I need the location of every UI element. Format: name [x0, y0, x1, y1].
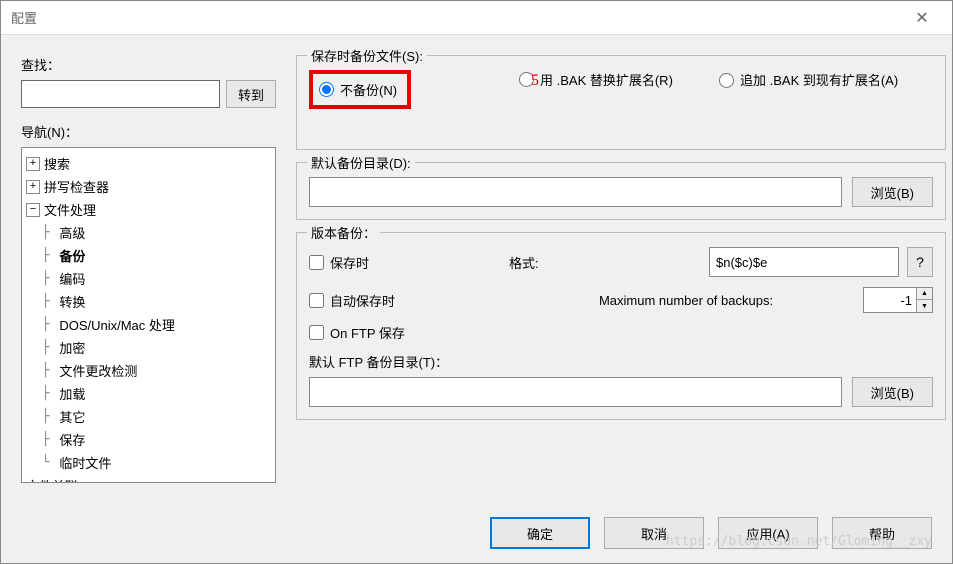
browse-ftp-button[interactable]: 浏览(B) — [852, 377, 933, 407]
group-label: 保存时备份文件(S): — [307, 46, 427, 65]
default-backup-dir-group: 默认备份目录(D): 浏览(B) — [296, 162, 946, 220]
spinner-down-icon[interactable]: ▼ — [917, 300, 932, 312]
tree-item-file-assoc[interactable]: 文件关联 — [24, 474, 273, 483]
ok-button[interactable]: 确定 — [490, 517, 590, 549]
tree-item-convert[interactable]: ├ 转换 — [24, 290, 273, 313]
help-button[interactable]: 帮助 — [832, 517, 932, 549]
tree-item-advanced[interactable]: ├ 高级 — [24, 221, 273, 244]
tree-item-spell[interactable]: + 拼写检查器 — [24, 175, 273, 198]
group-label: 版本备份： — [307, 223, 380, 242]
nav-tree[interactable]: + 搜索 + 拼写检查器 − 文件处理 ├ 高级 ├ 备份 — [21, 147, 276, 483]
radio-append-bak-input[interactable] — [719, 73, 734, 88]
radio-no-backup[interactable]: 不备份(N) — [319, 80, 397, 99]
tree-item-save[interactable]: ├ 保存 — [24, 428, 273, 451]
tree-item-encoding[interactable]: ├ 编码 — [24, 267, 273, 290]
annotation-number: 5 — [531, 72, 539, 90]
titlebar: 配置 ✕ — [1, 1, 952, 35]
goto-button[interactable]: 转到 — [226, 80, 276, 108]
max-backups-label: Maximum number of backups: — [509, 293, 863, 308]
ftp-dir-label: 默认 FTP 备份目录(T)： — [309, 352, 933, 371]
tree-line-icon: ├ — [26, 271, 57, 286]
format-input[interactable] — [709, 247, 899, 277]
tree-item-other[interactable]: ├ 其它 — [24, 405, 273, 428]
tree-item-encrypt[interactable]: ├ 加密 — [24, 336, 273, 359]
version-backup-group: 版本备份： 保存时 格式: ? — [296, 232, 946, 420]
tree-line-icon: ├ — [26, 317, 57, 332]
format-label: 格式: — [509, 253, 709, 272]
tree-line-icon: ├ — [26, 248, 57, 263]
tree-line-icon: ├ — [26, 432, 57, 447]
browse-button[interactable]: 浏览(B) — [852, 177, 933, 207]
max-backups-input[interactable] — [864, 288, 916, 312]
tree-line-icon: └ — [26, 455, 57, 470]
radio-no-backup-input[interactable] — [319, 82, 334, 97]
checkbox-on-autosave[interactable]: 自动保存时 — [309, 291, 509, 310]
default-backup-dir-input[interactable] — [309, 177, 842, 207]
radio-append-bak[interactable]: 追加 .BAK 到现有扩展名(A) — [719, 70, 933, 89]
checkbox-on-ftp-input[interactable] — [309, 325, 324, 340]
expand-icon[interactable]: + — [26, 180, 40, 194]
checkbox-on-autosave-input[interactable] — [309, 293, 324, 308]
backup-on-save-group: 保存时备份文件(S): 不备份(N) 5 用 .BAK 替换扩展 — [296, 55, 946, 150]
dialog-footer: 确定 取消 应用(A) 帮助 — [1, 503, 952, 563]
tree-line-icon: ├ — [26, 225, 57, 240]
tree-item-search[interactable]: + 搜索 — [24, 152, 273, 175]
window-title: 配置 — [11, 8, 902, 27]
find-label: 查找： — [21, 55, 276, 74]
tree-item-temp[interactable]: └ 临时文件 — [24, 451, 273, 474]
ftp-backup-dir-input[interactable] — [309, 377, 842, 407]
cancel-button[interactable]: 取消 — [604, 517, 704, 549]
checkbox-on-ftp[interactable]: On FTP 保存 — [309, 323, 933, 342]
expand-icon[interactable]: + — [26, 157, 40, 171]
group-label: 默认备份目录(D): — [307, 153, 415, 172]
nav-label: 导航(N)： — [21, 122, 276, 141]
highlight-box: 不备份(N) — [309, 70, 411, 109]
tree-item-loading[interactable]: ├ 加载 — [24, 382, 273, 405]
tree-item-change-detect[interactable]: ├ 文件更改检测 — [24, 359, 273, 382]
tree-item-backup[interactable]: ├ 备份 — [24, 244, 273, 267]
tree-item-file-handling[interactable]: − 文件处理 — [24, 198, 273, 221]
tree-line-icon: ├ — [26, 386, 57, 401]
tree-line-icon: ├ — [26, 363, 57, 378]
help-format-button[interactable]: ? — [907, 247, 933, 277]
spinner-up-icon[interactable]: ▲ — [917, 288, 932, 300]
find-input[interactable] — [21, 80, 220, 108]
config-dialog: 配置 ✕ 查找： 转到 导航(N)： + 搜索 + 拼写检查器 − — [0, 0, 953, 564]
tree-line-icon: ├ — [26, 294, 57, 309]
radio-bak-ext[interactable]: 用 .BAK 替换扩展名(R) — [519, 70, 719, 89]
checkbox-on-save-input[interactable] — [309, 255, 324, 270]
apply-button[interactable]: 应用(A) — [718, 517, 818, 549]
max-backups-spinner[interactable]: ▲ ▼ — [863, 287, 933, 313]
tree-line-icon: ├ — [26, 340, 57, 355]
close-icon[interactable]: ✕ — [902, 3, 942, 33]
tree-line-icon: ├ — [26, 409, 57, 424]
tree-item-dos-unix-mac[interactable]: ├ DOS/Unix/Mac 处理 — [24, 313, 273, 336]
collapse-icon[interactable]: − — [26, 203, 40, 217]
checkbox-on-save[interactable]: 保存时 — [309, 253, 509, 272]
